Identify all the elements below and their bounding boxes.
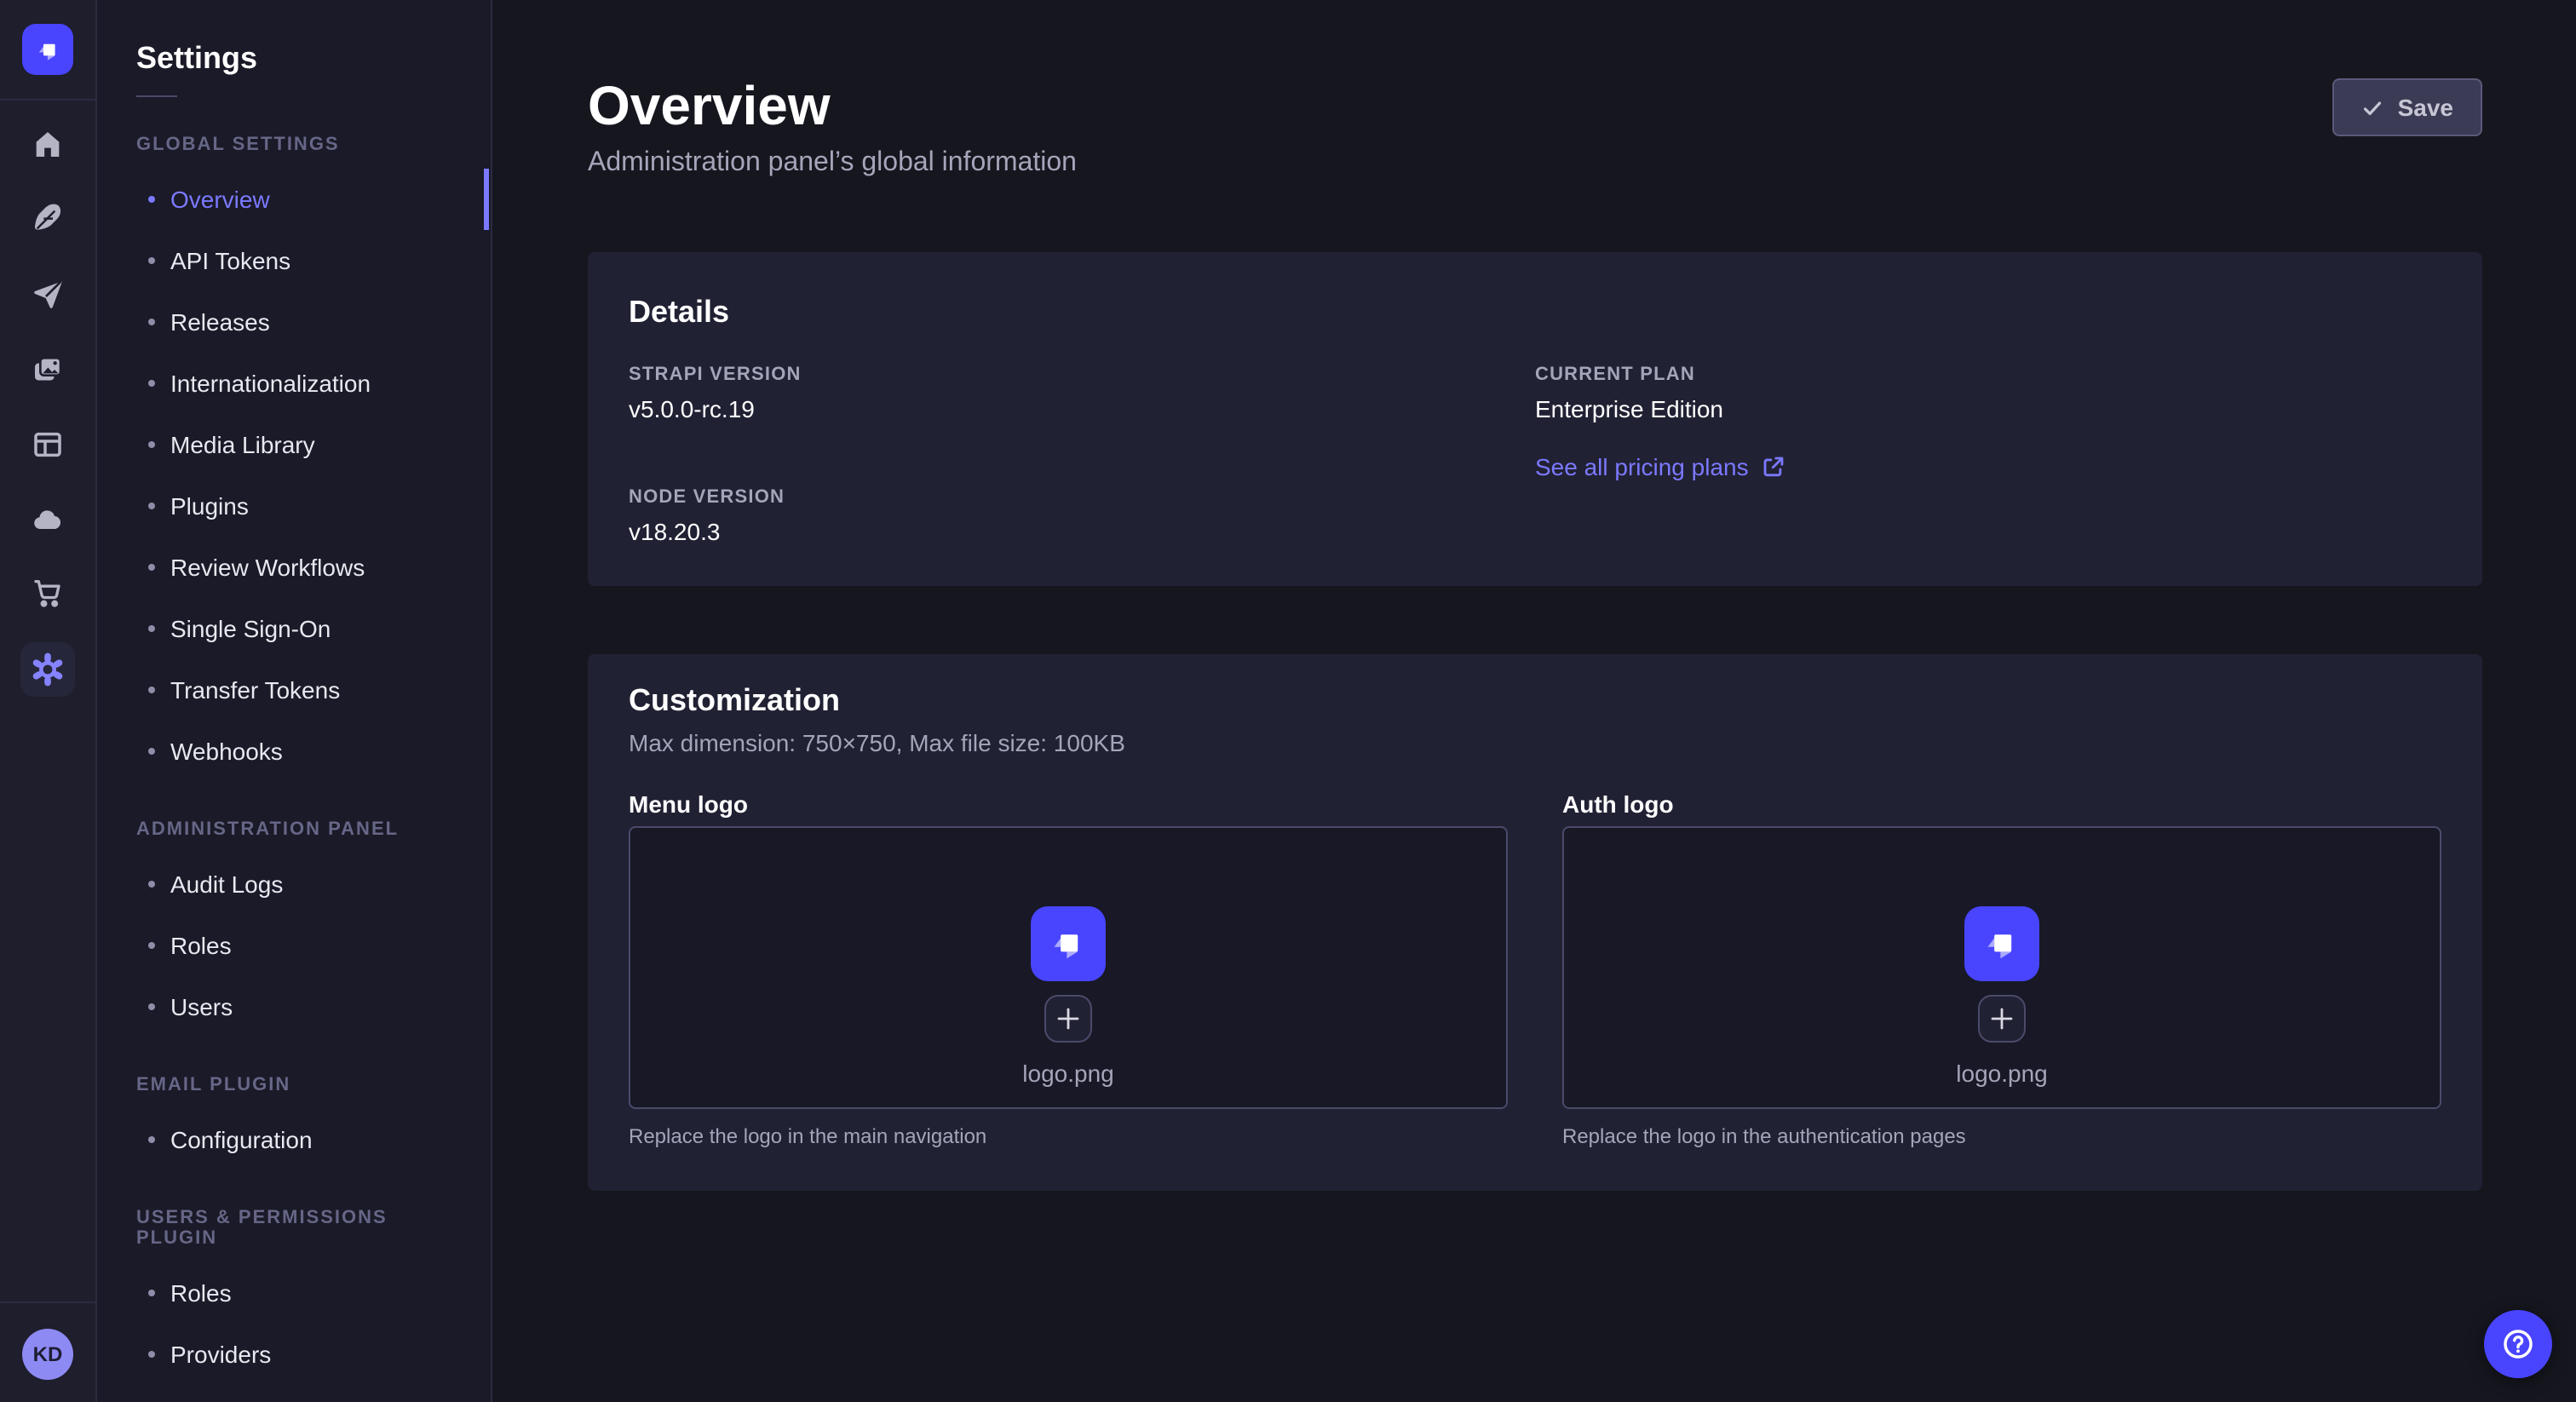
save-button[interactable]: Save — [2333, 78, 2482, 136]
change-auth-logo-button[interactable] — [1978, 995, 2026, 1043]
rail-divider — [0, 1301, 95, 1303]
page-title: Overview — [588, 72, 1077, 140]
section-label-email-plugin: EMAIL PLUGIN — [136, 1075, 450, 1095]
subnav-item-users[interactable]: Users — [95, 976, 491, 1037]
strapi-logo-icon — [32, 33, 64, 66]
customization-card: Customization Max dimension: 750×750, Ma… — [588, 654, 2482, 1191]
node-version-field: NODE VERSION v18.20.3 — [629, 487, 1535, 545]
page-header: Overview Administration panel’s global i… — [588, 72, 2482, 184]
strapi-version-label: STRAPI VERSION — [629, 365, 1535, 385]
plus-icon — [1056, 1007, 1080, 1031]
subnav-item-up-roles[interactable]: Roles — [95, 1262, 491, 1324]
subnav-item-overview[interactable]: Overview — [95, 169, 491, 230]
subnav-item-internationalization[interactable]: Internationalization — [95, 353, 491, 414]
subnav-item-releases[interactable]: Releases — [95, 291, 491, 353]
current-plan-value: Enterprise Edition — [1535, 395, 2441, 422]
home-icon[interactable] — [20, 118, 75, 172]
section-label-administration-panel: ADMINISTRATION PANEL — [136, 819, 450, 840]
details-card: Details STRAPI VERSION v5.0.0-rc.19 NODE… — [588, 252, 2482, 586]
subnav-item-api-tokens[interactable]: API Tokens — [95, 230, 491, 291]
menu-logo-dropzone[interactable]: logo.png — [629, 826, 1508, 1109]
main-content: Overview Administration panel’s global i… — [494, 0, 2576, 1402]
node-version-value: v18.20.3 — [629, 518, 1535, 545]
pricing-plans-link-label: See all pricing plans — [1535, 453, 1749, 480]
content-type-builder-layout-icon[interactable] — [20, 417, 75, 472]
subnav-item-media-library[interactable]: Media Library — [95, 414, 491, 475]
avatar-initials: KD — [33, 1342, 63, 1366]
auth-logo-filename: logo.png — [1956, 1060, 2047, 1087]
plus-icon — [1990, 1007, 2014, 1031]
subnav-item-review-workflows[interactable]: Review Workflows — [95, 537, 491, 598]
page-header-text: Overview Administration panel’s global i… — [588, 72, 1077, 184]
customization-subtitle: Max dimension: 750×750, Max file size: 1… — [629, 726, 2441, 760]
auth-logo-label: Auth logo — [1562, 790, 2441, 818]
auth-logo-hint: Replace the logo in the authentication p… — [1562, 1123, 2441, 1150]
subnav-section-global-settings: Overview API Tokens Releases Internation… — [95, 169, 491, 782]
subnav-item-audit-logs[interactable]: Audit Logs — [95, 853, 491, 915]
section-label-users-permissions-plugin: USERS & PERMISSIONS PLUGIN — [136, 1208, 450, 1249]
settings-gear-icon[interactable] — [20, 642, 75, 697]
current-plan-field: CURRENT PLAN Enterprise Edition — [1535, 365, 2441, 422]
menu-logo-label: Menu logo — [629, 790, 1508, 818]
section-label-global-settings: GLOBAL SETTINGS — [136, 135, 450, 155]
subnav-section-administration-panel: Audit Logs Roles Users — [95, 853, 491, 1037]
question-mark-icon — [2499, 1325, 2537, 1363]
subnav-item-providers[interactable]: Providers — [95, 1324, 491, 1385]
media-library-pictures-icon[interactable] — [20, 342, 75, 397]
subnav-title-divider — [136, 95, 177, 97]
logo-uploads-row: Menu logo — [629, 790, 2441, 1150]
cloud-icon[interactable] — [20, 492, 75, 547]
details-grid: STRAPI VERSION v5.0.0-rc.19 NODE VERSION… — [629, 365, 2441, 545]
menu-logo-filename: logo.png — [1022, 1060, 1113, 1087]
strapi-logo-icon — [1978, 920, 2026, 968]
save-button-label: Save — [2398, 94, 2453, 121]
subnav-title: Settings — [136, 41, 491, 75]
menu-logo-preview — [1031, 906, 1106, 981]
auth-logo-upload: Auth logo — [1562, 790, 2441, 1150]
auth-logo-dropzone[interactable]: logo.png — [1562, 826, 2441, 1109]
subnav-item-plugins[interactable]: Plugins — [95, 475, 491, 537]
external-link-icon — [1762, 455, 1786, 479]
marketplace-cart-icon[interactable] — [20, 566, 75, 620]
node-version-label: NODE VERSION — [629, 487, 1535, 508]
subnav-item-admin-roles[interactable]: Roles — [95, 915, 491, 976]
strapi-logo-icon — [1044, 920, 1092, 968]
subnav-item-single-sign-on[interactable]: Single Sign-On — [95, 598, 491, 659]
auth-logo-preview — [1964, 906, 2039, 981]
pricing-plans-link[interactable]: See all pricing plans — [1535, 453, 2441, 480]
settings-subnav: Settings GLOBAL SETTINGS Overview API To… — [95, 0, 492, 1402]
subnav-section-users-permissions-plugin: Roles Providers — [95, 1262, 491, 1385]
help-button[interactable] — [2484, 1310, 2552, 1378]
main-nav-rail: KD — [0, 0, 97, 1402]
details-heading: Details — [629, 293, 2441, 330]
menu-logo-hint: Replace the logo in the main navigation — [629, 1123, 1508, 1150]
user-avatar[interactable]: KD — [22, 1329, 73, 1380]
subnav-item-configuration[interactable]: Configuration — [95, 1109, 491, 1170]
release-paper-plane-icon[interactable] — [20, 267, 75, 322]
content-manager-feather-icon[interactable] — [20, 191, 75, 245]
menu-logo-upload: Menu logo — [629, 790, 1508, 1150]
strapi-logo[interactable] — [22, 24, 73, 75]
rail-divider — [0, 99, 95, 101]
details-left-column: STRAPI VERSION v5.0.0-rc.19 NODE VERSION… — [629, 365, 1535, 545]
check-icon — [2362, 96, 2384, 118]
current-plan-label: CURRENT PLAN — [1535, 365, 2441, 385]
strapi-admin-app: KD Settings GLOBAL SETTINGS Overview API… — [0, 0, 2576, 1402]
details-right-column: CURRENT PLAN Enterprise Edition See all … — [1535, 365, 2441, 545]
change-menu-logo-button[interactable] — [1044, 995, 1092, 1043]
subnav-item-transfer-tokens[interactable]: Transfer Tokens — [95, 659, 491, 721]
subnav-item-webhooks[interactable]: Webhooks — [95, 721, 491, 782]
strapi-version-value: v5.0.0-rc.19 — [629, 395, 1535, 422]
page-subtitle: Administration panel’s global informatio… — [588, 143, 1077, 184]
customization-heading: Customization — [629, 681, 2441, 719]
strapi-version-field: STRAPI VERSION v5.0.0-rc.19 — [629, 365, 1535, 422]
subnav-section-email-plugin: Configuration — [95, 1109, 491, 1170]
